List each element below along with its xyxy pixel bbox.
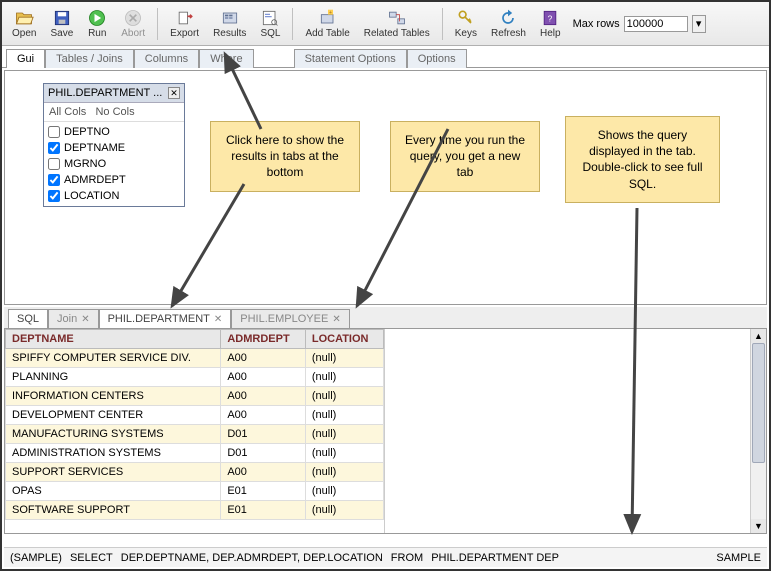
open-button[interactable]: Open bbox=[6, 5, 42, 42]
column-name: LOCATION bbox=[64, 190, 119, 202]
table-row[interactable]: SUPPORT SERVICESA00(null) bbox=[6, 463, 384, 482]
checkbox[interactable] bbox=[48, 142, 60, 154]
add-table-button[interactable]: +Add Table bbox=[299, 5, 355, 42]
max-rows-control: Max rows ▾ bbox=[573, 15, 706, 33]
svg-text:?: ? bbox=[548, 13, 553, 23]
column-name: MGRNO bbox=[64, 158, 106, 170]
no-cols-button[interactable]: No Cols bbox=[95, 106, 134, 118]
column-checkbox[interactable]: DEPTNAME bbox=[48, 140, 180, 156]
column-checkbox[interactable]: DEPTNO bbox=[48, 124, 180, 140]
max-rows-label: Max rows bbox=[573, 18, 620, 30]
table-box-department[interactable]: PHIL.DEPARTMENT ... ✕ All Cols No Cols D… bbox=[43, 83, 185, 207]
scroll-down-icon[interactable]: ▼ bbox=[751, 519, 766, 533]
checkbox[interactable] bbox=[48, 174, 60, 186]
sql-button[interactable]: SQL bbox=[254, 5, 286, 42]
table-row[interactable]: SPIFFY COMPUTER SERVICE DIV.A00(null) bbox=[6, 349, 384, 368]
column-header[interactable]: ADMRDEPT bbox=[221, 330, 306, 349]
scroll-thumb[interactable] bbox=[752, 343, 765, 463]
help-button[interactable]: ?Help bbox=[534, 5, 567, 42]
column-checkbox[interactable]: LOCATION bbox=[48, 188, 180, 204]
table-box-columns: DEPTNO DEPTNAME MGRNO ADMRDEPT LOCATION bbox=[44, 122, 184, 206]
table-row[interactable]: DEVELOPMENT CENTERA00(null) bbox=[6, 406, 384, 425]
result-tab-sql[interactable]: SQL bbox=[8, 309, 48, 328]
status-db: SAMPLE bbox=[716, 552, 761, 564]
column-checkbox[interactable]: ADMRDEPT bbox=[48, 172, 180, 188]
table-box-col-buttons: All Cols No Cols bbox=[44, 103, 184, 122]
result-tab-join[interactable]: Join✕ bbox=[48, 309, 99, 328]
query-builder-tabs: Gui Tables / Joins Columns Where Stateme… bbox=[2, 46, 769, 68]
tab-columns[interactable]: Columns bbox=[134, 49, 199, 68]
scroll-up-icon[interactable]: ▲ bbox=[751, 329, 766, 343]
close-icon[interactable]: ✕ bbox=[332, 314, 340, 325]
table-row[interactable]: INFORMATION CENTERSA00(null) bbox=[6, 387, 384, 406]
tab-where[interactable]: Where bbox=[199, 49, 253, 68]
checkbox[interactable] bbox=[48, 158, 60, 170]
save-button[interactable]: Save bbox=[44, 5, 79, 42]
result-tabs: SQL Join✕ PHIL.DEPARTMENT✕ PHIL.EMPLOYEE… bbox=[4, 307, 767, 329]
table-row[interactable]: ADMINISTRATION SYSTEMSD01(null) bbox=[6, 444, 384, 463]
query-canvas: PHIL.DEPARTMENT ... ✕ All Cols No Cols D… bbox=[4, 70, 767, 305]
result-area: DEPTNAMEADMRDEPTLOCATIONSPIFFY COMPUTER … bbox=[4, 329, 767, 534]
result-blank-area: ▲ ▼ bbox=[385, 329, 766, 533]
column-name: DEPTNAME bbox=[64, 142, 125, 154]
table-row[interactable]: PLANNINGA00(null) bbox=[6, 368, 384, 387]
run-button[interactable]: Run bbox=[81, 5, 113, 42]
status-sql: (SAMPLE) SELECT DEP.DEPTNAME, DEP.ADMRDE… bbox=[10, 552, 559, 564]
max-rows-dropdown[interactable]: ▾ bbox=[692, 15, 706, 33]
tab-gui[interactable]: Gui bbox=[6, 49, 45, 68]
all-cols-button[interactable]: All Cols bbox=[49, 106, 86, 118]
column-name: DEPTNO bbox=[64, 126, 110, 138]
main-toolbar: Open Save Run Abort Export Results SQL +… bbox=[2, 2, 769, 46]
keys-button[interactable]: Keys bbox=[449, 5, 483, 42]
table-box-title: PHIL.DEPARTMENT ... bbox=[48, 87, 162, 99]
checkbox[interactable] bbox=[48, 190, 60, 202]
callout-run: Every time you run the query, you get a … bbox=[390, 121, 540, 192]
column-checkbox[interactable]: MGRNO bbox=[48, 156, 180, 172]
results-button[interactable]: Results bbox=[207, 5, 252, 42]
table-row[interactable]: SOFTWARE SUPPORTE01(null) bbox=[6, 501, 384, 520]
close-icon[interactable]: ✕ bbox=[214, 314, 222, 325]
tab-options[interactable]: Options bbox=[407, 49, 467, 68]
callout-results: Click here to show the results in tabs a… bbox=[210, 121, 360, 192]
related-tables-button[interactable]: Related Tables bbox=[358, 5, 436, 42]
max-rows-input[interactable] bbox=[624, 16, 688, 32]
column-name: ADMRDEPT bbox=[64, 174, 126, 186]
refresh-button[interactable]: Refresh bbox=[485, 5, 532, 42]
close-icon[interactable]: ✕ bbox=[81, 314, 89, 325]
tab-statement-options[interactable]: Statement Options bbox=[294, 49, 407, 68]
table-row[interactable]: OPASE01(null) bbox=[6, 482, 384, 501]
export-button[interactable]: Export bbox=[164, 5, 205, 42]
status-bar: (SAMPLE) SELECT DEP.DEPTNAME, DEP.ADMRDE… bbox=[4, 547, 767, 567]
svg-text:+: + bbox=[329, 10, 332, 16]
column-header[interactable]: LOCATION bbox=[305, 330, 383, 349]
table-row[interactable]: MANUFACTURING SYSTEMSD01(null) bbox=[6, 425, 384, 444]
result-tab-department[interactable]: PHIL.DEPARTMENT✕ bbox=[99, 309, 232, 328]
column-header[interactable]: DEPTNAME bbox=[6, 330, 221, 349]
abort-button: Abort bbox=[115, 5, 151, 42]
table-box-header[interactable]: PHIL.DEPARTMENT ... ✕ bbox=[44, 84, 184, 103]
callout-tab: Shows the query displayed in the tab. Do… bbox=[565, 116, 720, 203]
result-tab-employee[interactable]: PHIL.EMPLOYEE✕ bbox=[231, 309, 349, 328]
vertical-scrollbar[interactable]: ▲ ▼ bbox=[750, 329, 766, 533]
checkbox[interactable] bbox=[48, 126, 60, 138]
tab-tables-joins[interactable]: Tables / Joins bbox=[45, 49, 134, 68]
close-icon[interactable]: ✕ bbox=[168, 87, 180, 99]
result-table: DEPTNAMEADMRDEPTLOCATIONSPIFFY COMPUTER … bbox=[5, 329, 385, 533]
